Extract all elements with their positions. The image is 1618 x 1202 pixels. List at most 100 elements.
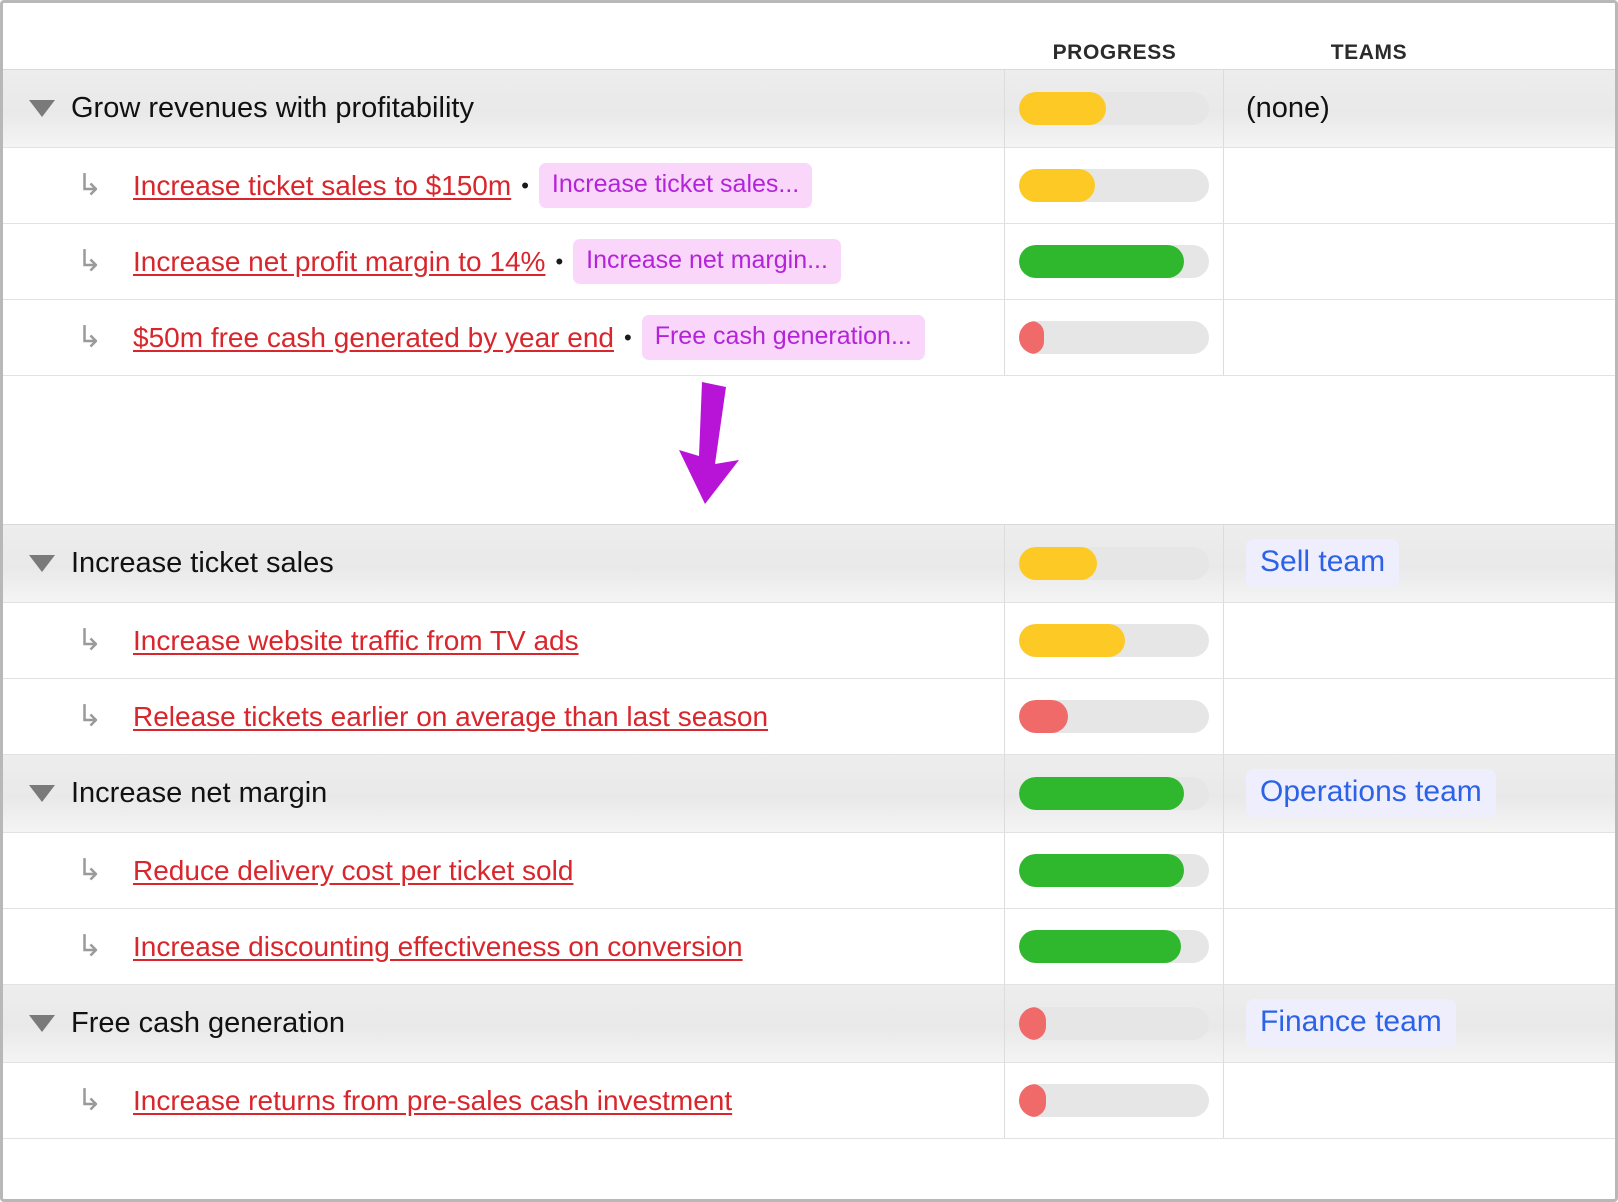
objective-title-cell: ↳ Release tickets earlier on average than… (3, 679, 1005, 754)
sub-item-arrow-icon: ↳ (77, 929, 103, 963)
objective-row: ↳ Increase net profit margin to 14% • Incre… (3, 224, 1615, 300)
objective-title-cell: ↳ Increase returns from pre-sales cash in… (3, 1063, 1005, 1138)
sub-item-arrow-icon: ↳ (77, 1083, 103, 1117)
teams-cell (1224, 1063, 1615, 1138)
upper-objectives-table: Grow revenues with profitability (none) ↳ I… (3, 69, 1615, 376)
progress-bar-fill (1019, 245, 1185, 278)
progress-bar-track[interactable] (1019, 1007, 1209, 1040)
group-row: Grow revenues with profitability (none) (3, 70, 1615, 148)
teams-cell (1224, 833, 1615, 908)
progress-column-header: PROGRESS (1052, 41, 1177, 64)
progress-cell (1005, 224, 1224, 299)
progress-cell (1005, 70, 1224, 147)
progress-bar-track[interactable] (1019, 92, 1209, 125)
objective-row: ↳ Reduce delivery cost per ticket sold (3, 833, 1615, 909)
objective-row: ↳ Increase website traffic from TV ads (3, 603, 1615, 679)
progress-bar-track[interactable] (1019, 547, 1209, 580)
progress-bar-fill (1019, 321, 1044, 354)
objective-link[interactable]: Increase discounting effectiveness on co… (133, 931, 743, 963)
lower-objectives-table: Increase ticket sales Sell team ↳ Increase … (3, 524, 1615, 1139)
teams-column-header: TEAMS (1330, 41, 1408, 64)
objective-row: ↳ $50m free cash generated by year end • Fr… (3, 300, 1615, 376)
progress-cell (1005, 525, 1224, 602)
okr-tree-screenshot: PROGRESS TEAMS Grow revenues with profit… (0, 0, 1618, 1202)
group-title-label: Increase net margin (71, 777, 328, 809)
objective-title-cell: ↳ $50m free cash generated by year end • Fr… (3, 300, 1005, 375)
group-title-cell[interactable]: Free cash generation (3, 985, 1005, 1062)
progress-cell (1005, 985, 1224, 1062)
separator-bullet-icon: • (623, 324, 632, 350)
team-badge[interactable]: Operations team (1246, 769, 1496, 818)
sub-item-arrow-icon: ↳ (77, 853, 103, 887)
objective-link[interactable]: Increase returns from pre-sales cash inv… (133, 1085, 732, 1117)
team-badge[interactable]: Sell team (1246, 539, 1400, 588)
team-empty-value: (none) (1246, 92, 1330, 124)
progress-cell (1005, 148, 1224, 223)
teams-cell (1224, 603, 1615, 678)
sub-item-arrow-icon: ↳ (77, 244, 103, 278)
annotation-gap (3, 376, 1615, 524)
separator-bullet-icon: • (521, 172, 529, 198)
progress-cell (1005, 300, 1224, 375)
caret-down-icon[interactable] (29, 785, 55, 802)
progress-bar-track[interactable] (1019, 854, 1209, 887)
objective-link[interactable]: Increase website traffic from TV ads (133, 625, 579, 657)
progress-bar-track[interactable] (1019, 700, 1209, 733)
progress-bar-fill (1019, 1007, 1046, 1040)
caret-down-icon[interactable] (29, 100, 55, 117)
progress-cell (1005, 679, 1224, 754)
team-badge[interactable]: Finance team (1246, 999, 1456, 1048)
progress-bar-track[interactable] (1019, 777, 1209, 810)
linked-objective-chip[interactable]: Increase net margin... (573, 239, 841, 284)
group-title-label: Grow revenues with profitability (71, 92, 474, 124)
separator-bullet-icon: • (555, 248, 564, 274)
objective-title-cell: ↳ Increase website traffic from TV ads (3, 603, 1005, 678)
objective-link[interactable]: Increase net profit margin to 14% (133, 246, 545, 278)
objective-row: ↳ Increase ticket sales to $150m • Increase… (3, 148, 1615, 224)
teams-cell (1224, 300, 1615, 375)
objective-link[interactable]: Reduce delivery cost per ticket sold (133, 855, 573, 887)
column-header-row: PROGRESS TEAMS (3, 3, 1615, 69)
teams-cell (1224, 679, 1615, 754)
group-row: Increase net margin Operations team (3, 755, 1615, 833)
linked-objective-chip[interactable]: Free cash generation... (641, 315, 925, 360)
objective-title-cell: ↳ Increase ticket sales to $150m • Increase… (3, 148, 1005, 223)
objective-link[interactable]: Increase ticket sales to $150m (133, 170, 511, 202)
group-title-label: Increase ticket sales (71, 547, 334, 579)
progress-bar-fill (1019, 854, 1185, 887)
group-title-cell[interactable]: Grow revenues with profitability (3, 70, 1005, 147)
objective-link[interactable]: Release tickets earlier on average than … (133, 701, 768, 733)
objective-row: ↳ Increase returns from pre-sales cash in… (3, 1063, 1615, 1139)
progress-bar-track[interactable] (1019, 321, 1209, 354)
linked-objective-chip[interactable]: Increase ticket sales... (538, 163, 813, 208)
objective-title-cell: ↳ Reduce delivery cost per ticket sold (3, 833, 1005, 908)
teams-cell (1224, 224, 1615, 299)
objective-row: ↳ Increase discounting effectiveness on c… (3, 909, 1615, 985)
caret-down-icon[interactable] (29, 1015, 55, 1032)
progress-cell (1005, 909, 1224, 984)
progress-bar-track[interactable] (1019, 930, 1209, 963)
progress-bar-track[interactable] (1019, 245, 1209, 278)
group-title-label: Free cash generation (71, 1007, 346, 1039)
progress-bar-fill (1019, 624, 1126, 657)
objective-link[interactable]: $50m free cash generated by year end (133, 322, 614, 354)
progress-bar-fill (1019, 1084, 1046, 1117)
objective-row: ↳ Release tickets earlier on average than… (3, 679, 1615, 755)
group-row: Increase ticket sales Sell team (3, 525, 1615, 603)
teams-cell: Finance team (1224, 985, 1615, 1062)
progress-bar-track[interactable] (1019, 169, 1209, 202)
progress-bar-track[interactable] (1019, 1084, 1209, 1117)
objective-title-cell: ↳ Increase discounting effectiveness on c… (3, 909, 1005, 984)
progress-cell (1005, 833, 1224, 908)
group-title-cell[interactable]: Increase ticket sales (3, 525, 1005, 602)
progress-cell (1005, 755, 1224, 832)
caret-down-icon[interactable] (29, 555, 55, 572)
teams-cell (1224, 909, 1615, 984)
progress-bar-track[interactable] (1019, 624, 1209, 657)
group-title-cell[interactable]: Increase net margin (3, 755, 1005, 832)
teams-cell: Sell team (1224, 525, 1615, 602)
group-row: Free cash generation Finance team (3, 985, 1615, 1063)
progress-cell (1005, 1063, 1224, 1138)
sub-item-arrow-icon: ↳ (77, 699, 103, 733)
objective-title-cell: ↳ Increase net profit margin to 14% • Incre… (3, 224, 1005, 299)
